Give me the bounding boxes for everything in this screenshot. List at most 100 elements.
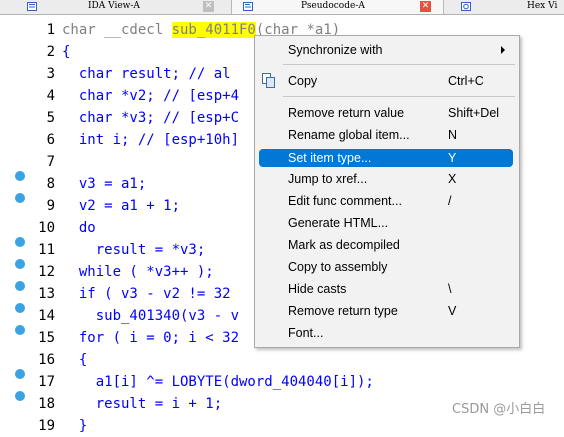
tab-hex-view-label: Hex Vi bbox=[527, 1, 558, 11]
line-number: 18 bbox=[38, 396, 55, 412]
code-text: char result; bbox=[62, 66, 189, 82]
menu-item-set-item-type[interactable]: Set item type... Y bbox=[259, 149, 513, 167]
menu-item-edit-func-comment[interactable]: Edit func comment... / bbox=[257, 192, 515, 210]
watermark: CSDN @小白白 bbox=[452, 402, 546, 417]
line-number: 12 bbox=[38, 264, 55, 280]
line-number: 2 bbox=[46, 44, 55, 60]
code-line-16[interactable]: { bbox=[62, 349, 87, 371]
code-line-4[interactable]: char *v2; // [esp+4 bbox=[62, 85, 239, 107]
code-line-14[interactable]: sub_401340(v3 - v bbox=[62, 305, 239, 327]
breakpoint-dot[interactable] bbox=[15, 369, 25, 379]
tab-ida-view-label: IDA View-A bbox=[88, 1, 140, 11]
code-line-18[interactable]: result = i + 1; bbox=[62, 393, 222, 415]
code-comment: // [esp+10h] bbox=[137, 132, 240, 148]
code-line-17[interactable]: a1[i] ^= LOBYTE(dword_404040[i]); bbox=[62, 371, 374, 393]
code-comment: // [esp+C bbox=[163, 110, 240, 126]
menu-separator bbox=[283, 96, 515, 97]
menu-separator bbox=[283, 64, 515, 65]
menu-item-label: Jump to xref... bbox=[288, 172, 368, 186]
pseudocode-icon bbox=[243, 2, 253, 11]
code-line-12[interactable]: while ( *v3++ ); bbox=[62, 261, 214, 283]
submenu-arrow-icon bbox=[501, 46, 505, 54]
tab-bar: IDA View-A ✕ Pseudocode-A ✕ Hex Vi bbox=[0, 0, 564, 15]
code-line-2[interactable]: { bbox=[62, 41, 70, 63]
code-text: char *v3; bbox=[62, 110, 164, 126]
line-number: 16 bbox=[38, 352, 55, 368]
menu-item-shortcut: V bbox=[448, 304, 457, 318]
menu-item-shortcut: \ bbox=[448, 282, 452, 296]
code-line-15[interactable]: for ( i = 0; i < 32 bbox=[62, 327, 239, 349]
breakpoint-dot[interactable] bbox=[15, 325, 25, 335]
code-comment: // [esp+4 bbox=[163, 88, 240, 104]
code-text: char *v2; bbox=[62, 88, 164, 104]
code-line-3[interactable]: char result; // al bbox=[62, 63, 231, 85]
menu-item-shortcut: Y bbox=[448, 151, 457, 165]
menu-item-label: Remove return type bbox=[288, 304, 398, 318]
menu-item-copy-to-assembly[interactable]: Copy to assembly bbox=[257, 258, 515, 276]
code-line-11[interactable]: result = *v3; bbox=[62, 239, 206, 261]
line-number: 8 bbox=[46, 176, 55, 192]
line-number: 15 bbox=[38, 330, 55, 346]
menu-item-label: Set item type... bbox=[288, 151, 372, 165]
code-line-9[interactable]: v2 = a1 + 1; bbox=[62, 195, 180, 217]
line-number: 6 bbox=[46, 132, 55, 148]
menu-item-hide-casts[interactable]: Hide casts \ bbox=[257, 280, 515, 298]
breakpoint-dot[interactable] bbox=[15, 259, 25, 269]
menu-item-label: Copy bbox=[288, 74, 318, 88]
menu-item-remove-return-value[interactable]: Remove return value Shift+Del bbox=[257, 104, 515, 122]
menu-item-copy[interactable]: Copy Ctrl+C bbox=[257, 72, 515, 90]
line-number: 7 bbox=[46, 154, 55, 170]
menu-item-label: Hide casts bbox=[288, 282, 347, 296]
line-number: 14 bbox=[38, 308, 55, 324]
menu-item-shortcut: N bbox=[448, 128, 458, 142]
code-line-19[interactable]: } bbox=[62, 415, 87, 437]
close-icon[interactable]: ✕ bbox=[420, 1, 431, 12]
line-number: 10 bbox=[38, 220, 55, 236]
breakpoint-dot[interactable] bbox=[15, 171, 25, 181]
line-number: 4 bbox=[46, 88, 55, 104]
context-menu: Synchronize with Copy Ctrl+C Remove retu… bbox=[254, 35, 520, 348]
line-number: 19 bbox=[38, 418, 55, 434]
line-number: 11 bbox=[38, 242, 55, 258]
code-line-10[interactable]: do bbox=[62, 217, 96, 239]
menu-item-mark-as-decompiled[interactable]: Mark as decompiled bbox=[257, 236, 515, 254]
function-name-highlight[interactable]: sub_4011F0 bbox=[171, 22, 256, 38]
hex-view-icon bbox=[461, 2, 471, 11]
line-number: 17 bbox=[38, 374, 55, 390]
breakpoint-dot[interactable] bbox=[15, 237, 25, 247]
code-line-5[interactable]: char *v3; // [esp+C bbox=[62, 107, 239, 129]
tab-ida-view[interactable]: IDA View-A ✕ bbox=[0, 0, 232, 14]
breakpoint-dot[interactable] bbox=[15, 281, 25, 291]
menu-item-rename-global-item[interactable]: Rename global item... N bbox=[257, 126, 515, 144]
line-number: 3 bbox=[46, 66, 55, 82]
close-icon[interactable]: ✕ bbox=[203, 1, 214, 12]
tab-hex-view[interactable]: Hex Vi bbox=[444, 0, 564, 14]
menu-item-shortcut: Shift+Del bbox=[448, 106, 500, 120]
line-number: 13 bbox=[38, 286, 55, 302]
menu-item-label: Mark as decompiled bbox=[288, 238, 400, 252]
breakpoint-dot[interactable] bbox=[15, 391, 25, 401]
menu-item-shortcut: Ctrl+C bbox=[448, 74, 484, 88]
menu-item-font[interactable]: Font... bbox=[257, 324, 515, 342]
copy-icon bbox=[262, 73, 275, 88]
menu-item-remove-return-type[interactable]: Remove return type V bbox=[257, 302, 515, 320]
menu-item-shortcut: / bbox=[448, 194, 452, 208]
tab-pseudocode[interactable]: Pseudocode-A ✕ bbox=[232, 0, 444, 14]
code-comment: // al bbox=[188, 66, 231, 82]
code-line-13[interactable]: if ( v3 - v2 != 32 bbox=[62, 283, 231, 305]
menu-item-label: Generate HTML... bbox=[288, 216, 389, 230]
menu-item-label: Copy to assembly bbox=[288, 260, 388, 274]
menu-item-label: Synchronize with bbox=[288, 43, 383, 57]
line-number: 5 bbox=[46, 110, 55, 126]
menu-item-jump-to-xref[interactable]: Jump to xref... X bbox=[257, 170, 515, 188]
code-line-8[interactable]: v3 = a1; bbox=[62, 173, 146, 195]
menu-item-synchronize-with[interactable]: Synchronize with bbox=[257, 41, 515, 59]
line-number: 9 bbox=[46, 198, 55, 214]
breakpoint-dot[interactable] bbox=[15, 303, 25, 313]
menu-item-label: Remove return value bbox=[288, 106, 405, 120]
code-line-6[interactable]: int i; // [esp+10h] bbox=[62, 129, 239, 151]
function-signature-prefix: char __cdecl bbox=[62, 22, 172, 38]
menu-item-label: Rename global item... bbox=[288, 128, 410, 142]
menu-item-generate-html[interactable]: Generate HTML... bbox=[257, 214, 515, 232]
breakpoint-dot[interactable] bbox=[15, 193, 25, 203]
